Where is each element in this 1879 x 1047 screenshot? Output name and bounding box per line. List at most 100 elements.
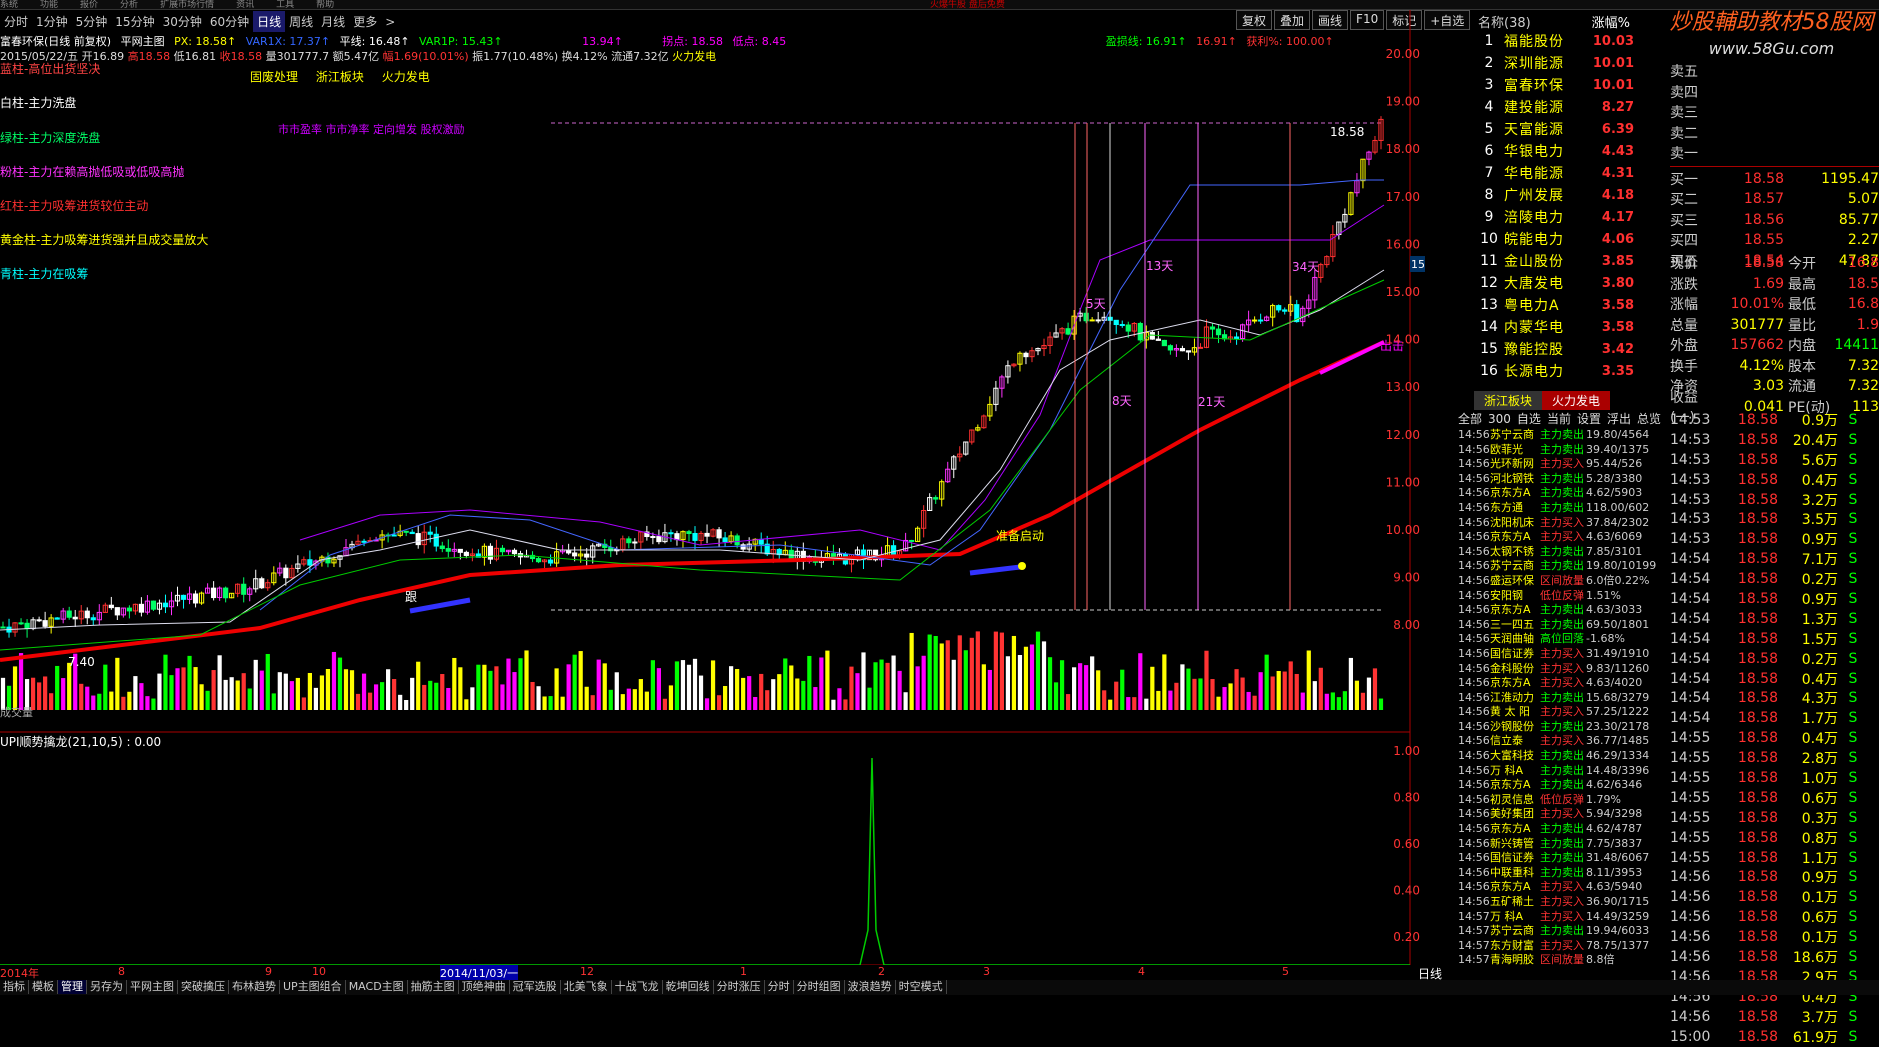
tick-tab[interactable]: 自选 [1517, 412, 1541, 426]
tick-row[interactable]: 14:56 黄 太 阳主力买入 57.25/1222 [1458, 705, 1665, 720]
ranking-row[interactable]: 12 大唐发电 3.80 [1474, 272, 1634, 294]
tick-row[interactable]: 14:57 万 科A 主力买入 14.49/3259 [1458, 910, 1665, 925]
tick-row[interactable]: 14:56 京东方A 主力卖出 4.62/5903 [1458, 486, 1665, 501]
tick-row[interactable]: 14:56 天润曲轴 高位回落 -1.68% [1458, 632, 1665, 647]
ranking-row[interactable]: 8 广州发展 4.18 [1474, 184, 1634, 206]
bottom-tab[interactable]: 乾坤回线 [663, 980, 714, 994]
tick-tab[interactable]: 设置 [1577, 412, 1601, 426]
bottom-tab[interactable]: 另存为 [87, 980, 127, 994]
tick-row[interactable]: 14:56 京东方A 主力买入 4.63/6069 [1458, 530, 1665, 545]
menu-item[interactable]: 系统 [0, 0, 18, 9]
tick-row[interactable]: 14:56 京东方A 主力卖出 4.63/3033 [1458, 603, 1665, 618]
tick-row[interactable]: 14:56 中联重科 主力卖出 8.11/3953 [1458, 866, 1665, 881]
kline-chart[interactable]: 18.587.405天13天8天 21天34天跟准备启动出击 20.0019.00… [0, 10, 1425, 965]
tick-row[interactable]: 14:57 苏宁云商 主力卖出 19.94/6033 [1458, 924, 1665, 939]
tick-row[interactable]: 14:56 大富科技 主力卖出 46.29/1334 [1458, 749, 1665, 764]
bottom-tab[interactable]: 平网主图 [127, 980, 178, 994]
menu-ad-text[interactable]: 火爆牛股 盘后免费 [930, 0, 1005, 9]
ranking-row[interactable]: 15 豫能控股 3.42 [1474, 338, 1634, 360]
menu-item[interactable]: 分析 [120, 0, 138, 9]
candle [1137, 322, 1143, 341]
tick-row[interactable]: 14:56 苏宁云商 主力卖出 19.80/4564 [1458, 428, 1665, 443]
tick-tab[interactable]: 当前 [1547, 412, 1571, 426]
tick-row[interactable]: 14:56 沙钢股份 主力卖出 23.30/2178 [1458, 720, 1665, 735]
tick-row[interactable]: 14:56 京东方A 主力买入 4.63/5940 [1458, 880, 1665, 895]
tick-tab[interactable]: 300 [1488, 412, 1511, 426]
ranking-row[interactable]: 14 内蒙华电 3.58 [1474, 316, 1634, 338]
ranking-pct-header[interactable]: 涨幅% [1592, 12, 1630, 31]
menu-item[interactable]: 扩展市场行情 [160, 0, 214, 9]
ranking-row[interactable]: 16 长源电力 3.35 [1474, 360, 1634, 382]
tick-row[interactable]: 14:56 太钢不锈 主力卖出 7.85/3101 [1458, 545, 1665, 560]
ranking-row[interactable]: 2 深圳能源 10.01 [1474, 52, 1634, 74]
bottom-tab[interactable]: 冠军选股 [510, 980, 561, 994]
tick-row[interactable]: 14:56 三一四五 主力卖出 69.50/1801 [1458, 618, 1665, 633]
ranking-row[interactable]: 13 粤电力A 3.58 [1474, 294, 1634, 316]
menu-item[interactable]: 资讯 [236, 0, 254, 9]
bottom-tab[interactable]: UP主图组合 [280, 980, 346, 994]
menu-item[interactable]: 报价 [80, 0, 98, 9]
tick-row[interactable]: 14:56 国信证券 主力卖出 31.48/6067 [1458, 851, 1665, 866]
bottom-tab[interactable]: 指标 [0, 980, 29, 994]
tab-thermal-power[interactable]: 火力发电 [1542, 391, 1611, 410]
menu-item[interactable]: 功能 [40, 0, 58, 9]
tick-row[interactable]: 14:56 欧菲光 主力卖出 39.40/1375 [1458, 443, 1665, 458]
tick-row[interactable]: 14:56 初灵信息 低位反弹 1.79% [1458, 793, 1665, 808]
bottom-tab[interactable]: 布林趋势 [229, 980, 280, 994]
bottom-tab[interactable]: 十战飞龙 [612, 980, 663, 994]
tick-row[interactable]: 14:56 信立泰 主力买入 36.77/1485 [1458, 734, 1665, 749]
tick-tab[interactable]: 浮出 [1607, 412, 1631, 426]
ranking-row[interactable]: 3 富春环保 10.01 [1474, 74, 1634, 96]
ranking-row[interactable]: 10 皖能电力 4.06 [1474, 228, 1634, 250]
tick-row[interactable]: 14:56 河北钢铁 主力卖出 5.28/3380 [1458, 472, 1665, 487]
tab-zhejiang[interactable]: 浙江板块 [1474, 391, 1543, 410]
tick-row[interactable]: 14:56 万 科A 主力卖出 14.48/3396 [1458, 764, 1665, 779]
tick-tab[interactable]: 全部 [1458, 412, 1482, 426]
ranking-name-header[interactable]: 名称(38) [1478, 12, 1531, 31]
tick-row[interactable]: 14:56 美好集团 主力买入 5.94/3298 [1458, 807, 1665, 822]
tick-row[interactable]: 14:56 东方通 主力卖出 118.00/602 [1458, 501, 1665, 516]
ranking-row[interactable]: 7 华电能源 4.31 [1474, 162, 1634, 184]
tick-row[interactable]: 14:56 京东方A 主力买入 4.63/4020 [1458, 676, 1665, 691]
bottom-tab[interactable]: 分时组图 [794, 980, 845, 994]
rank-pct: 4.31 [1601, 165, 1634, 181]
tick-row[interactable]: 14:56 苏宁云商 主力卖出 19.80/10199 [1458, 559, 1665, 574]
toolbar-button[interactable]: +自选 [1424, 10, 1471, 30]
bottom-tab[interactable]: 分时 [765, 980, 794, 994]
tick-row[interactable]: 14:56 五矿稀土 主力买入 36.90/1715 [1458, 895, 1665, 910]
tick-row[interactable]: 14:56 京东方A 主力卖出 4.62/6346 [1458, 778, 1665, 793]
tick-row[interactable]: 14:56 京东方A 主力卖出 4.62/4787 [1458, 822, 1665, 837]
ranking-row[interactable]: 4 建投能源 8.27 [1474, 96, 1634, 118]
bottom-tab[interactable]: 北美飞象 [561, 980, 612, 994]
tick-row[interactable]: 14:56 安阳钢 低位反弹 1.51% [1458, 589, 1665, 604]
ranking-row[interactable]: 1 福能股份 10.03 [1474, 30, 1634, 52]
menu-item[interactable]: 帮助 [316, 0, 334, 9]
candle [1125, 324, 1131, 332]
bottom-tab[interactable]: 波浪趋势 [845, 980, 896, 994]
ranking-row[interactable]: 11 金山股份 3.85 [1474, 250, 1634, 272]
tick-row[interactable]: 14:57 青海明胶 区间放量 8.8倍 [1458, 953, 1665, 968]
tick-row[interactable]: 14:57 东方财富 主力买入 78.75/1377 [1458, 939, 1665, 954]
ranking-row[interactable]: 5 天富能源 6.39 [1474, 118, 1634, 140]
bottom-tab[interactable]: 顶绝神曲 [459, 980, 510, 994]
bottom-tab[interactable]: 管理 [58, 980, 87, 994]
bottom-tab[interactable]: 时空模式 [896, 980, 947, 994]
bottom-tab[interactable]: 突破擒压 [178, 980, 229, 994]
bottom-tab[interactable]: 分时涨压 [714, 980, 765, 994]
tick-row[interactable]: 14:56 新兴铸管 主力卖出 7.75/3837 [1458, 837, 1665, 852]
tick-row[interactable]: 14:56 沈阳机床 主力买入 37.84/2302 [1458, 516, 1665, 531]
bottom-tab[interactable]: MACD主图 [346, 980, 408, 994]
tick-row[interactable]: 14:56 光环新网 主力买入 95.44/526 [1458, 457, 1665, 472]
tick-tab[interactable]: 总览 [1637, 412, 1661, 426]
menu-item[interactable]: 工具 [276, 0, 294, 9]
indicator-label[interactable]: UPI顺势擒龙(21,10,5) : 0.00 [0, 733, 161, 750]
y-tick: 11.00 [1386, 475, 1420, 489]
bottom-tab[interactable]: 模板 [29, 980, 58, 994]
tick-row[interactable]: 14:56 盛运环保 区间放量 6.0倍0.22% [1458, 574, 1665, 589]
bottom-tab[interactable]: 抽筋主图 [408, 980, 459, 994]
ranking-row[interactable]: 9 涪陵电力 4.17 [1474, 206, 1634, 228]
tick-row[interactable]: 14:56 国信证券 主力买入 31.49/1910 [1458, 647, 1665, 662]
tick-row[interactable]: 14:56 金科股份 主力买入 9.83/11260 [1458, 662, 1665, 677]
tick-row[interactable]: 14:56 江淮动力 主力卖出 15.68/3279 [1458, 691, 1665, 706]
ranking-row[interactable]: 6 华银电力 4.43 [1474, 140, 1634, 162]
